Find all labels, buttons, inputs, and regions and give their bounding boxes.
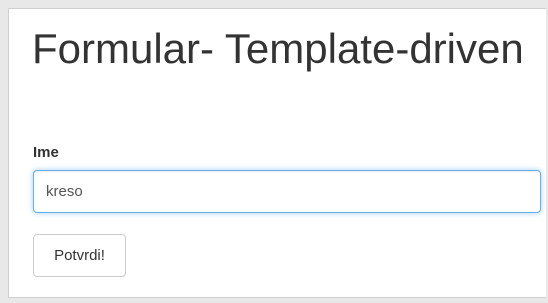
name-label: Ime — [33, 144, 59, 161]
form-panel: Formular- Template-driven Ime Potvrdi! — [8, 8, 546, 298]
page-title: Formular- Template-driven — [32, 25, 524, 72]
submit-button[interactable]: Potvrdi! — [33, 234, 126, 277]
name-input[interactable] — [33, 170, 541, 213]
